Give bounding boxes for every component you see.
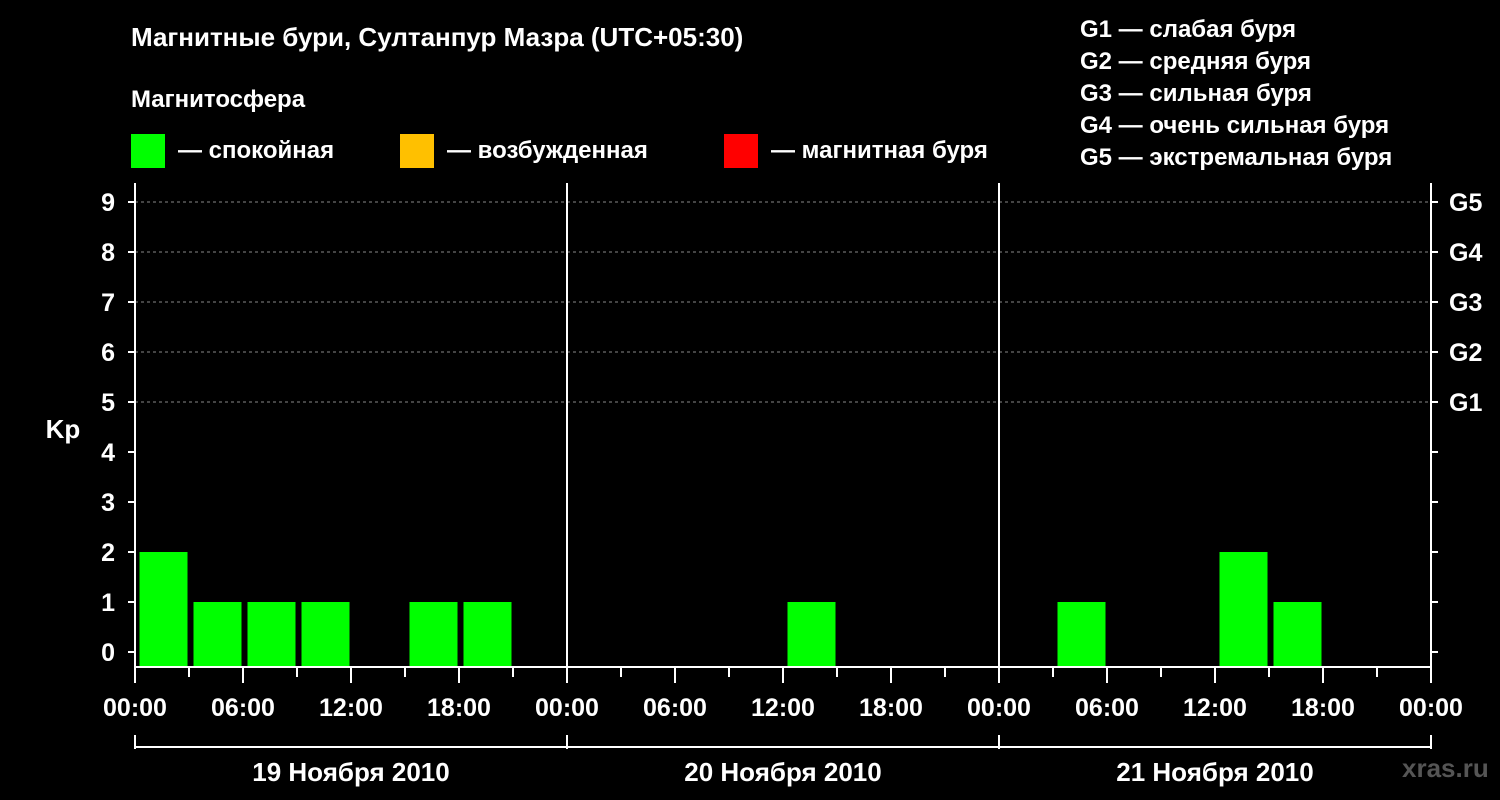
kp-bar-day3-slot4 xyxy=(1219,552,1268,667)
y-tick-label-4: 4 xyxy=(101,439,115,467)
x-tick-label-12: 00:00 xyxy=(1399,694,1463,722)
y-tick-label-3: 3 xyxy=(101,489,115,517)
x-tick-label-6: 12:00 xyxy=(751,694,815,722)
g-level-label-g1: G1 xyxy=(1449,389,1482,417)
y-tick-label-2: 2 xyxy=(101,539,115,567)
x-tick-label-10: 12:00 xyxy=(1183,694,1247,722)
kp-bar-day3-slot5 xyxy=(1273,602,1322,667)
kp-bar-day2-slot4 xyxy=(787,602,836,667)
kp-bar-day3-slot1 xyxy=(1057,602,1106,667)
x-tick-label-11: 18:00 xyxy=(1291,694,1355,722)
kp-bar-day1-slot0 xyxy=(139,552,188,667)
y-tick-label-5: 5 xyxy=(101,389,115,417)
y-axis-label: Kp xyxy=(46,414,81,444)
day-label-3: 21 Ноября 2010 xyxy=(1116,757,1313,787)
watermark: xras.ru xyxy=(1402,753,1489,783)
x-tick-label-9: 06:00 xyxy=(1075,694,1139,722)
y-tick-label-1: 1 xyxy=(101,589,115,617)
x-tick-label-1: 06:00 xyxy=(211,694,275,722)
x-tick-label-7: 18:00 xyxy=(859,694,923,722)
day-label-1: 19 Ноября 2010 xyxy=(252,757,449,787)
x-tick-label-8: 00:00 xyxy=(967,694,1031,722)
g-level-label-g2: G2 xyxy=(1449,339,1482,367)
kp-bar-day1-slot3 xyxy=(301,602,350,667)
kp-chart: 0 1 2 3 4 5 6 7 8 9 Kp G1 G2 G3 G4 G5 00:00 06:00 12:00 18:… xyxy=(46,183,1482,787)
y-tick-label-7: 7 xyxy=(101,289,115,317)
kp-bar-day1-slot2 xyxy=(247,602,296,667)
kp-bar-day1-slot6 xyxy=(463,602,512,667)
y-tick-label-6: 6 xyxy=(101,339,115,367)
day-label-2: 20 Ноября 2010 xyxy=(684,757,881,787)
x-tick-label-3: 18:00 xyxy=(427,694,491,722)
y-tick-label-0: 0 xyxy=(101,639,115,667)
y-tick-label-9: 9 xyxy=(101,189,115,217)
x-tick-label-5: 06:00 xyxy=(643,694,707,722)
y-tick-label-8: 8 xyxy=(101,239,115,267)
g-level-label-g3: G3 xyxy=(1449,289,1482,317)
kp-bar-day1-slot1 xyxy=(193,602,242,667)
g-level-label-g4: G4 xyxy=(1449,239,1482,267)
x-tick-label-4: 00:00 xyxy=(535,694,599,722)
x-tick-label-2: 12:00 xyxy=(319,694,383,722)
kp-bar-day1-slot5 xyxy=(409,602,458,667)
x-tick-label-0: 00:00 xyxy=(103,694,167,722)
g-level-label-g5: G5 xyxy=(1449,189,1482,217)
